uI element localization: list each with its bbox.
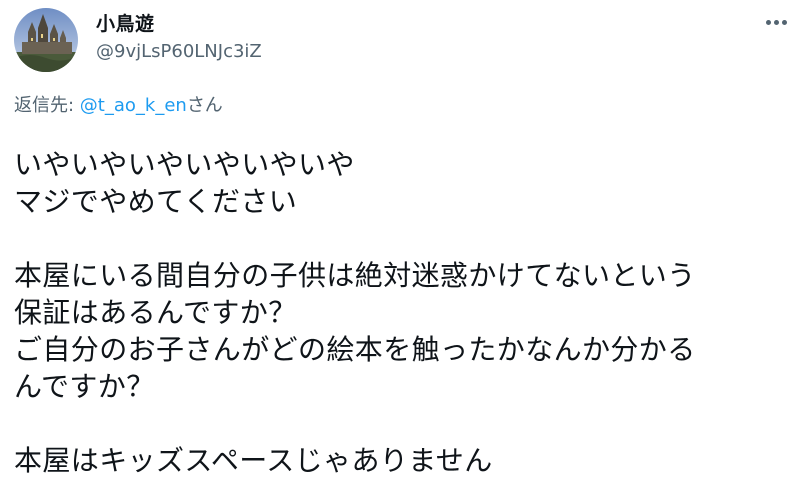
tweet-line: ご自分のお子さんがどの絵本を触ったかなんか分かる bbox=[14, 333, 696, 366]
tweet-line: んですか？ bbox=[14, 370, 155, 403]
tweet-text: いやいやいやいやいやいや マジでやめてください 本屋にいる間自分の子供は絶対迷惑… bbox=[14, 146, 780, 479]
tweet-line: いやいやいやいやいやいや bbox=[14, 148, 355, 181]
avatar[interactable] bbox=[14, 8, 78, 72]
tweet-blank-line bbox=[14, 220, 780, 257]
tweet-line: 保証はあるんですか？ bbox=[14, 296, 297, 329]
tweet-line: 本屋にいる間自分の子供は絶対迷惑かけてないという bbox=[14, 259, 696, 292]
more-horizontal-icon[interactable] bbox=[758, 10, 794, 34]
tweet-line: マジでやめてください bbox=[14, 185, 298, 218]
castle-avatar-image bbox=[14, 8, 78, 72]
display-name[interactable]: 小鳥遊 bbox=[96, 12, 155, 36]
reply-prefix: 返信先: bbox=[14, 95, 80, 116]
more-dot bbox=[773, 19, 779, 25]
tweet: 小鳥遊 @9vjLsP60LNJc3iZ 返信先: @t_ao_k_enさん い… bbox=[0, 0, 800, 496]
tweet-blank-line bbox=[14, 405, 780, 442]
reply-suffix: さん bbox=[186, 95, 223, 116]
reply-context: 返信先: @t_ao_k_enさん bbox=[14, 93, 223, 119]
more-dot bbox=[765, 19, 771, 25]
more-dot bbox=[781, 19, 787, 25]
reply-mention-link[interactable]: @t_ao_k_en bbox=[80, 95, 187, 116]
user-handle[interactable]: @9vjLsP60LNJc3iZ bbox=[96, 40, 262, 64]
tweet-line: 本屋はキッズスペースじゃありません bbox=[14, 444, 493, 477]
